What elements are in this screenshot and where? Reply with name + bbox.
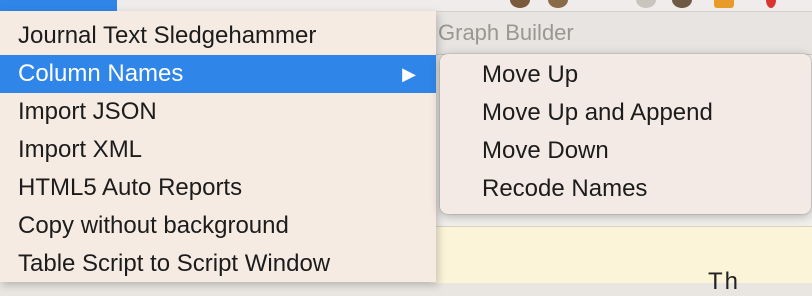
menu-item-label: Import XML	[18, 136, 143, 163]
submenu-item-move-up-and-append[interactable]: Move Up and Append	[440, 94, 811, 132]
window-title: Graph Builder	[438, 20, 574, 45]
menu-item-column-names[interactable]: Column Names ▶	[0, 55, 436, 93]
menu-item-label: Journal Text Sledgehammer	[18, 22, 317, 49]
submenu-item-label: Move Up and Append	[482, 99, 713, 126]
dropdown-menu: Journal Text Sledgehammer Column Names ▶…	[0, 11, 436, 282]
status-icon-5[interactable]	[714, 0, 734, 8]
menu-item-copy-without-background[interactable]: Copy without background	[0, 207, 436, 245]
column-names-submenu: Move Up Move Up and Append Move Down Rec…	[440, 54, 811, 214]
active-menu-title[interactable]	[0, 0, 117, 11]
status-icon-4[interactable]	[672, 0, 692, 8]
submenu-item-move-down[interactable]: Move Down	[440, 132, 811, 170]
panel-text: Th	[708, 268, 741, 295]
menu-item-import-json[interactable]: Import JSON	[0, 93, 436, 131]
menu-item-label: Copy without background	[18, 212, 289, 239]
content-panel	[430, 226, 812, 283]
menu-item-table-script-to-script-window[interactable]: Table Script to Script Window	[0, 245, 436, 283]
menu-item-html5-auto-reports[interactable]: HTML5 Auto Reports	[0, 169, 436, 207]
submenu-item-label: Recode Names	[482, 175, 648, 202]
status-icon-2[interactable]	[548, 0, 568, 8]
menu-item-label: Table Script to Script Window	[18, 250, 331, 277]
menu-item-label: Import JSON	[18, 98, 157, 125]
menu-item-import-xml[interactable]: Import XML	[0, 131, 436, 169]
submenu-arrow-icon: ▶	[402, 64, 416, 84]
status-icon-6[interactable]	[766, 0, 776, 8]
menu-item-journal-text-sledgehammer[interactable]: Journal Text Sledgehammer	[0, 17, 436, 55]
submenu-item-label: Move Down	[482, 137, 609, 164]
menu-item-label: HTML5 Auto Reports	[18, 174, 243, 201]
status-icon-1[interactable]	[510, 0, 530, 8]
menu-item-label: Column Names	[18, 60, 184, 87]
submenu-item-recode-names[interactable]: Recode Names	[440, 170, 811, 208]
submenu-item-label: Move Up	[482, 61, 579, 88]
status-icon-3[interactable]	[636, 0, 656, 8]
submenu-item-move-up[interactable]: Move Up	[440, 56, 811, 94]
